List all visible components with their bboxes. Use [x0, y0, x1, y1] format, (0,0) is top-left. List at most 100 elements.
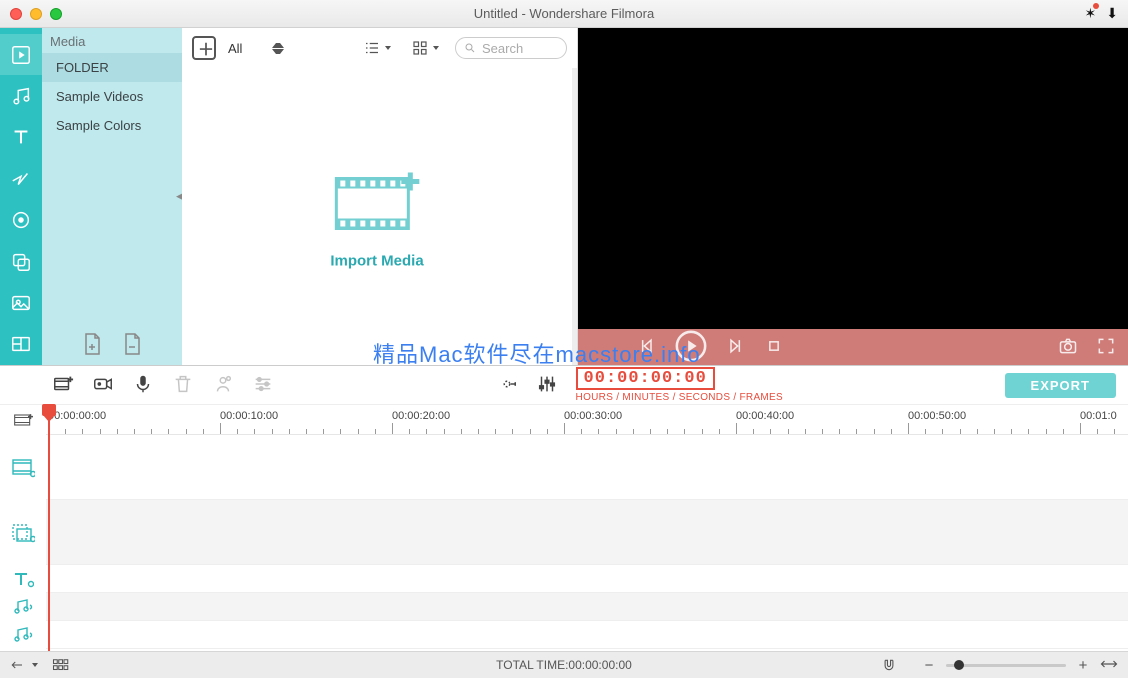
file-minus-icon: [122, 332, 142, 356]
timeline-toolbar: 00:00:00:00 HOURS / MINUTES / SECONDS / …: [0, 365, 1128, 405]
stop-icon: [764, 336, 784, 356]
track-audio1[interactable]: [46, 593, 1128, 621]
search-input[interactable]: Search: [455, 37, 567, 59]
ruler-label: 00:00:40:00: [736, 410, 794, 422]
caret-icon: [32, 663, 38, 667]
crop-person-icon: [212, 373, 234, 395]
sidebar-item-sample-colors[interactable]: Sample Colors: [42, 111, 182, 140]
timecode-legend: HOURS / MINUTES / SECONDS / FRAMES: [576, 392, 783, 403]
zoom-fit-button[interactable]: [1100, 657, 1118, 674]
adjust-button: [252, 373, 274, 398]
import-media-dropzone[interactable]: Import Media: [330, 164, 423, 269]
rail-titles[interactable]: [0, 117, 42, 158]
preview-controls: [578, 329, 1128, 365]
minimize-window-button[interactable]: [30, 8, 42, 20]
zoom-out-button[interactable]: −: [922, 657, 936, 674]
play-button[interactable]: [674, 329, 708, 366]
text-icon: [10, 126, 32, 148]
preview-panel: [578, 28, 1128, 365]
photo-icon: [10, 292, 32, 314]
timeline-add-icon: [13, 412, 33, 428]
rail-music[interactable]: [0, 75, 42, 116]
music-track-icon: [12, 598, 34, 616]
step-back-icon: [636, 336, 656, 356]
splitscreen-icon: [10, 333, 32, 355]
export-button[interactable]: EXPORT: [1005, 373, 1116, 398]
file-plus-icon: [82, 332, 102, 356]
sidebar-item-sample-videos[interactable]: Sample Videos: [42, 82, 182, 111]
grid-view-button[interactable]: [407, 39, 443, 57]
rail-effects[interactable]: [0, 200, 42, 241]
video-track-icon: [11, 458, 35, 478]
timecode-display: 00:00:00:00 HOURS / MINUTES / SECONDS / …: [576, 367, 783, 403]
camcorder-icon: [92, 373, 114, 395]
close-window-button[interactable]: [10, 8, 22, 20]
track-insert-button[interactable]: [0, 405, 46, 435]
media-browser: ＋ All Search: [182, 28, 578, 365]
category-rail: [0, 28, 42, 365]
notifications-icon[interactable]: ✶: [1085, 5, 1097, 22]
zoom-window-button[interactable]: [50, 8, 62, 20]
record-button[interactable]: [92, 373, 114, 398]
undo-history-button[interactable]: [10, 658, 38, 672]
audio-mixer-button[interactable]: [536, 373, 558, 398]
mixer-icon: [536, 373, 558, 395]
download-icon[interactable]: ⬇: [1106, 5, 1118, 22]
rail-transitions[interactable]: [0, 158, 42, 199]
import-button[interactable]: ＋: [192, 36, 216, 60]
sliders-icon: [252, 373, 274, 395]
title-bar: Untitled - Wondershare Filmora ✶ ⬇: [0, 0, 1128, 28]
overlay-track-icon: [11, 523, 35, 543]
track-video1[interactable]: [46, 435, 1128, 500]
search-icon: [464, 42, 476, 54]
play-box-icon: [10, 44, 32, 66]
zoom-in-button[interactable]: +: [1076, 657, 1090, 674]
stop-button[interactable]: [764, 336, 784, 359]
timecode-value[interactable]: 00:00:00:00: [576, 367, 715, 390]
clip-plus-icon: [52, 373, 74, 395]
track-audio2[interactable]: [46, 621, 1128, 649]
trash-icon: [172, 373, 194, 395]
ruler-label: 00:00:10:00: [220, 410, 278, 422]
filter-dropdown[interactable]: All: [228, 41, 284, 56]
rail-photos[interactable]: [0, 282, 42, 323]
thumbnail-size-button[interactable]: [52, 658, 70, 672]
import-media-label: Import Media: [330, 252, 423, 269]
track-header-video1[interactable]: [0, 435, 46, 500]
track-header-text[interactable]: [0, 565, 46, 593]
snapshot-button[interactable]: [1058, 336, 1078, 359]
add-clip-button[interactable]: [52, 373, 74, 398]
camera-icon: [1058, 336, 1078, 356]
zoom-slider[interactable]: [946, 664, 1066, 667]
track-header-audio2[interactable]: [0, 621, 46, 649]
snap-button[interactable]: [880, 658, 898, 672]
track-overlay[interactable]: [46, 500, 1128, 565]
playhead[interactable]: [48, 404, 50, 651]
fullscreen-button[interactable]: [1096, 336, 1116, 359]
zoom-knob[interactable]: [954, 660, 964, 670]
track-header-overlay[interactable]: [0, 500, 46, 565]
rail-media[interactable]: [0, 34, 42, 75]
effects-icon: [10, 209, 32, 231]
text-track-icon: [12, 570, 34, 588]
next-frame-button[interactable]: [726, 336, 746, 359]
sidebar-item-folder[interactable]: FOLDER: [42, 53, 182, 82]
playhead-jump-button[interactable]: [496, 373, 518, 398]
rail-elements[interactable]: [0, 241, 42, 282]
delete-button: [172, 373, 194, 398]
timeline-ruler[interactable]: 00:00:00:0000:00:10:0000:00:20:0000:00:3…: [46, 405, 1128, 435]
track-text[interactable]: [46, 565, 1128, 593]
rail-splitscreen[interactable]: [0, 324, 42, 365]
list-icon: [363, 39, 381, 57]
filmstrip-plus-icon: [332, 164, 422, 236]
list-view-button[interactable]: [359, 39, 395, 57]
track-header-audio1[interactable]: [0, 593, 46, 621]
media-toolbar: ＋ All Search: [182, 28, 577, 68]
remove-folder-button[interactable]: [122, 332, 142, 359]
transition-icon: [10, 168, 32, 190]
timeline-tracks: [0, 435, 1128, 651]
window-title: Untitled - Wondershare Filmora: [0, 6, 1128, 21]
voiceover-button[interactable]: [132, 373, 154, 398]
new-folder-button[interactable]: [82, 332, 102, 359]
prev-frame-button[interactable]: [636, 336, 656, 359]
